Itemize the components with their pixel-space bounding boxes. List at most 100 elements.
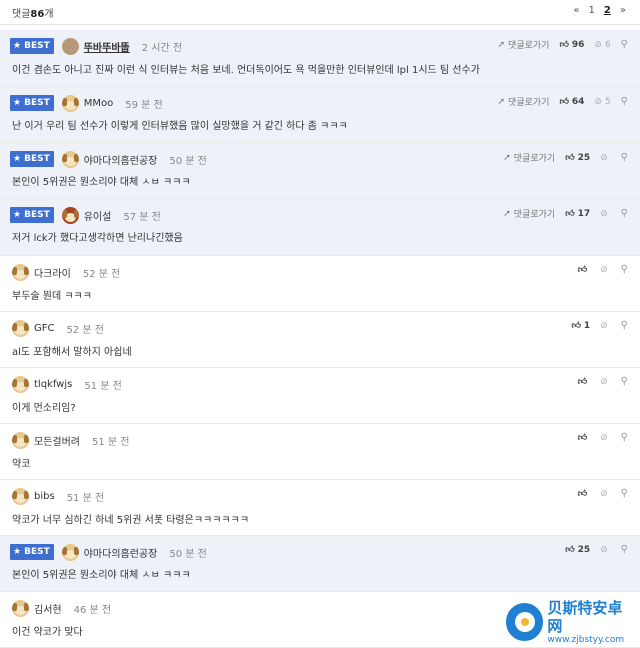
downvote-button[interactable]: ⊘ 6	[594, 40, 610, 50]
comment-item: ★ BEST 뚜바뚜바뚭 2 시간 전 ➚ 댓글로가기 👍︎ 96 ⊘ 6 ⚲ 이건 겸…	[0, 30, 640, 87]
thumbs-down-icon: ⊘	[600, 544, 608, 555]
avatar[interactable]	[12, 487, 29, 505]
thumbs-up-icon: 👍︎	[577, 376, 588, 387]
logo-icon	[506, 603, 544, 641]
prev-page-button[interactable]: «	[573, 5, 579, 16]
avatar[interactable]	[61, 206, 79, 224]
nickname[interactable]: tlqkfwjs	[34, 379, 72, 390]
downvote-button[interactable]: ⊘	[600, 489, 611, 499]
comment-item: ★ BEST 유이설 57 분 전 ➚ 댓글로가기 👍︎ 17 ⊘ ⚲ 저거 lck가…	[0, 199, 640, 256]
avatar[interactable]	[12, 375, 29, 393]
nickname[interactable]: 야마다의흠런공장	[84, 152, 158, 167]
thumbs-up-icon: 👍︎	[559, 96, 569, 107]
comment-text: 난 이거 우리 팀 선수가 이렇게 인터뷰했음 많이 실망했을 거 같긴 하다 …	[12, 121, 348, 132]
downvote-button[interactable]: ⊘	[600, 433, 611, 443]
thumbs-up-icon: 👍︎	[565, 208, 575, 219]
comment-text: 이건 겸손도 아니고 진짜 이런 식 인터뷰는 처음 보네. 언더독이어도 욕 …	[12, 65, 480, 76]
reply-button[interactable]: ➚ 댓글로가기	[503, 207, 555, 221]
nickname[interactable]: 유이설	[84, 208, 112, 223]
thumbs-up-icon: 👍︎	[577, 264, 588, 275]
upvote-button[interactable]: 👍︎ 64	[559, 97, 584, 107]
page-2-link[interactable]: 2	[604, 5, 611, 16]
nickname[interactable]: MMoo	[84, 98, 114, 109]
star-icon: ★	[13, 41, 22, 51]
comment-item: 다크라이 52 분 전 👍︎ ⊘ ⚲ 부두술 뭔데 ㅋㅋㅋ	[0, 256, 640, 312]
watermark-title: 贝斯特安卓网	[547, 599, 623, 635]
share-icon[interactable]: ⚲	[621, 152, 628, 163]
watermark-url: www.zjbstyy.com	[547, 635, 625, 645]
thumbs-down-icon: ⊘	[600, 264, 608, 275]
avatar[interactable]	[12, 319, 29, 337]
timestamp: 2 시간 전	[141, 42, 183, 54]
nickname[interactable]: 야마다의흠런공장	[84, 545, 158, 560]
upvote-button[interactable]: 👍︎	[578, 377, 590, 387]
downvote-button[interactable]: ⊘	[600, 209, 611, 219]
reply-icon: ➚	[497, 96, 506, 107]
upvote-button[interactable]: 👍︎ 17	[565, 209, 590, 219]
best-badge: ★ BEST	[10, 95, 54, 111]
downvote-button[interactable]: ⊘	[600, 545, 611, 555]
share-icon[interactable]: ⚲	[621, 544, 628, 555]
best-badge: ★ BEST	[10, 151, 54, 167]
avatar[interactable]	[61, 543, 79, 561]
star-icon: ★	[13, 547, 22, 557]
share-icon[interactable]: ⚲	[621, 264, 628, 275]
upvote-button[interactable]: 👍︎	[578, 433, 590, 443]
reply-button[interactable]: ➚ 댓글로가기	[497, 95, 550, 109]
downvote-button[interactable]: ⊘	[600, 265, 611, 275]
page-1-link[interactable]: 1	[589, 5, 595, 16]
downvote-button[interactable]: ⊘	[600, 153, 611, 163]
comment-list: ★ BEST 뚜바뚜바뚭 2 시간 전 ➚ 댓글로가기 👍︎ 96 ⊘ 6 ⚲ 이건 겸…	[0, 30, 640, 648]
thumbs-up-icon: 👍︎	[559, 39, 569, 50]
reply-icon: ➚	[497, 39, 506, 50]
next-page-button[interactable]: »	[620, 5, 626, 16]
nickname[interactable]: 뚜바뚜바뚭	[84, 39, 130, 54]
reply-button[interactable]: ➚ 댓글로가기	[503, 151, 555, 165]
upvote-button[interactable]: 👍︎	[578, 489, 590, 499]
comment-count: 댓글86개	[12, 9, 54, 20]
upvote-button[interactable]: 👍︎ 25	[565, 545, 590, 555]
downvote-button[interactable]: ⊘	[600, 321, 611, 331]
thumbs-down-icon: ⊘	[600, 432, 608, 443]
star-icon: ★	[13, 154, 22, 164]
thumbs-up-icon: 👍︎	[565, 544, 575, 555]
nickname[interactable]: bibs	[34, 491, 55, 502]
downvote-button[interactable]: ⊘ 5	[594, 97, 610, 107]
comment-item: ★ BEST 야마다의흠런공장 50 분 전 ➚ 댓글로가기 👍︎ 25 ⊘ ⚲ 본인…	[0, 143, 640, 199]
avatar[interactable]	[61, 94, 79, 112]
comment-header: 댓글86개 « 1 2 »	[0, 0, 640, 25]
avatar[interactable]	[12, 599, 29, 617]
share-icon[interactable]: ⚲	[621, 432, 628, 443]
nickname[interactable]: 모든걸버려	[34, 433, 80, 448]
share-icon[interactable]: ⚲	[621, 376, 628, 387]
thumbs-down-icon: ⊘	[594, 39, 602, 50]
thumbs-down-icon: ⊘	[594, 96, 602, 107]
share-icon[interactable]: ⚲	[621, 320, 628, 331]
avatar[interactable]	[12, 263, 29, 281]
avatar[interactable]	[12, 431, 29, 449]
share-icon[interactable]: ⚲	[621, 488, 628, 499]
share-icon[interactable]: ⚲	[621, 208, 628, 219]
thumbs-down-icon: ⊘	[600, 152, 608, 163]
best-badge: ★ BEST	[10, 38, 54, 54]
nickname[interactable]: 다크라이	[34, 265, 71, 280]
nickname[interactable]: 김서현	[34, 601, 62, 616]
nickname[interactable]: GFC	[34, 323, 54, 334]
avatar[interactable]	[61, 150, 79, 168]
upvote-button[interactable]: 👍︎ 96	[559, 40, 584, 50]
reply-button[interactable]: ➚ 댓글로가기	[497, 38, 550, 52]
avatar[interactable]	[61, 37, 79, 55]
star-icon: ★	[13, 98, 22, 108]
thumbs-down-icon: ⊘	[600, 208, 608, 219]
timestamp: 50 분 전	[169, 155, 207, 167]
best-badge: ★ BEST	[10, 207, 54, 223]
downvote-button[interactable]: ⊘	[600, 377, 611, 387]
comment-text: 이건 약코가 맞다	[12, 627, 83, 638]
star-icon: ★	[13, 210, 22, 220]
upvote-button[interactable]: 👍︎	[578, 265, 590, 275]
share-icon[interactable]: ⚲	[621, 96, 628, 107]
upvote-button[interactable]: 👍︎ 1	[571, 321, 590, 331]
timestamp: 52 분 전	[82, 268, 121, 280]
upvote-button[interactable]: 👍︎ 25	[565, 153, 590, 163]
share-icon[interactable]: ⚲	[621, 39, 628, 50]
